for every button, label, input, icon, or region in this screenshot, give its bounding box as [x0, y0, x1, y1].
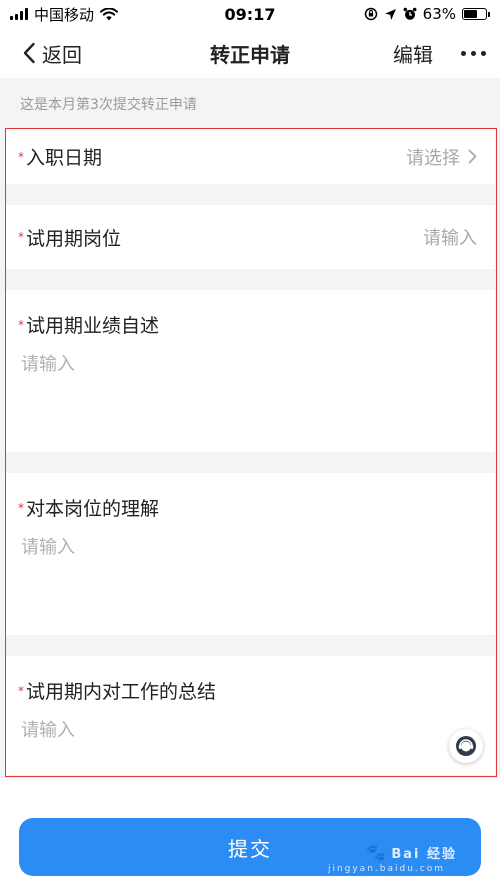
required-marker: *: [18, 149, 24, 164]
position-understanding-header: * 对本岗位的理解: [6, 473, 495, 523]
nav-actions: 编辑: [393, 39, 486, 68]
required-marker: *: [18, 683, 24, 698]
probation-position-input[interactable]: 请输入: [423, 224, 477, 250]
form-highlight-box: * 入职日期 请选择 * 试用期岗位 请输入 * 试用期业绩自述 请输入 * 对…: [5, 128, 497, 777]
orientation-lock-icon: [364, 7, 377, 21]
wifi-icon: [100, 7, 119, 20]
nav-bar: 返回 转正申请 编辑: [0, 28, 500, 78]
watermark-brand: Bai 经验: [391, 847, 457, 862]
performance-self-review-label: 试用期业绩自述: [26, 315, 160, 337]
chevron-left-icon: [23, 42, 35, 64]
required-marker: *: [18, 230, 24, 244]
back-button[interactable]: 返回: [22, 39, 82, 68]
carrier-name: 中国移动: [34, 5, 95, 24]
battery-percent: 63%: [422, 5, 456, 23]
position-understanding-label: 对本岗位的理解: [26, 498, 160, 520]
work-summary-block[interactable]: * 试用期内对工作的总结 请输入: [6, 656, 495, 775]
location-icon: [384, 8, 396, 20]
alarm-icon: [403, 7, 417, 20]
paw-icon: 🐾: [366, 843, 389, 862]
battery-fill: [464, 10, 478, 18]
submission-hint: 这是本月第3次提交转正申请: [20, 97, 197, 113]
watermark-url: jingyan.baidu.com: [327, 864, 445, 874]
performance-self-review-block[interactable]: * 试用期业绩自述 请输入: [6, 290, 495, 452]
performance-self-review-input[interactable]: 请输入: [6, 340, 495, 376]
hire-date-row[interactable]: * 入职日期 请选择: [6, 129, 495, 184]
headset-icon: [456, 736, 476, 756]
work-summary-input[interactable]: 请输入: [6, 706, 495, 742]
more-icon[interactable]: [461, 50, 486, 56]
customer-service-button[interactable]: [449, 729, 483, 763]
status-left: 中国移动: [10, 4, 119, 25]
hire-date-picker[interactable]: 请选择: [406, 144, 477, 170]
submit-label: 提交: [228, 836, 272, 861]
status-bar: 中国移动 09:17 63%: [0, 0, 500, 28]
hire-date-label: 入职日期: [26, 147, 103, 169]
work-summary-header: * 试用期内对工作的总结: [6, 656, 495, 706]
chevron-right-icon: [468, 149, 477, 164]
back-label: 返回: [42, 42, 82, 67]
required-marker: *: [18, 500, 24, 515]
probation-position-row[interactable]: * 试用期岗位 请输入: [6, 205, 495, 269]
status-right: 63%: [364, 5, 490, 23]
required-marker: *: [18, 317, 24, 332]
hire-date-value: 请选择: [406, 147, 460, 169]
position-understanding-input[interactable]: 请输入: [6, 523, 495, 559]
edit-button[interactable]: 编辑: [393, 39, 433, 68]
form-content: 这是本月第3次提交转正申请 * 入职日期 请选择 * 试用期岗位 请输入 * 试…: [0, 78, 500, 778]
battery-icon: [462, 8, 490, 20]
position-understanding-block[interactable]: * 对本岗位的理解 请输入: [6, 473, 495, 635]
signal-icon: [10, 8, 28, 20]
baidu-jingyan-watermark: 🐾 Bai 经验: [366, 843, 457, 862]
performance-self-review-header: * 试用期业绩自述: [6, 290, 495, 340]
work-summary-label: 试用期内对工作的总结: [26, 681, 217, 703]
submit-button[interactable]: 提交 🐾 Bai 经验 jingyan.baidu.com: [19, 818, 481, 876]
probation-position-label: 试用期岗位: [26, 227, 122, 250]
submit-area: 提交 🐾 Bai 经验 jingyan.baidu.com: [0, 778, 500, 889]
